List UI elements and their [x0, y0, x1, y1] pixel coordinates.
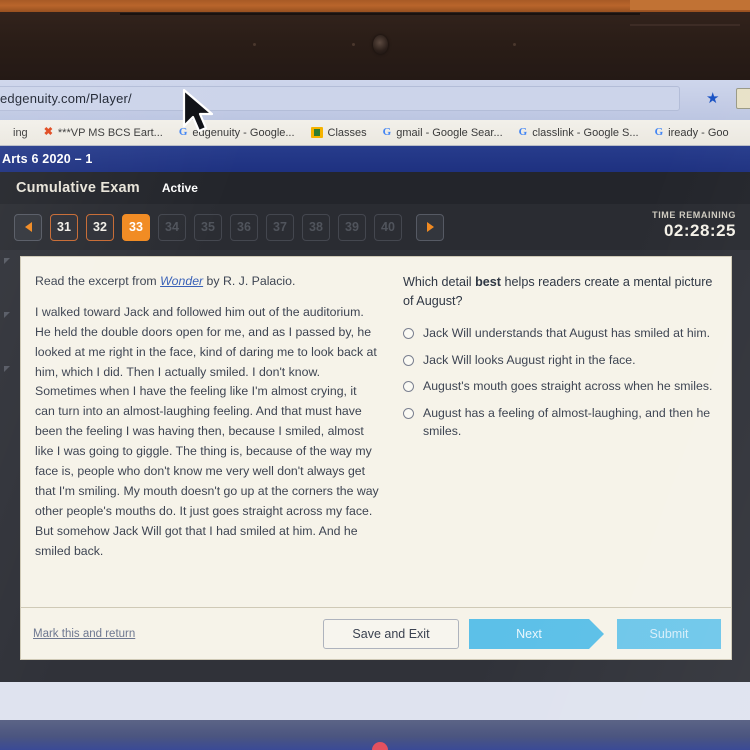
question-prompt: Which detail best helps readers create a… — [403, 273, 717, 311]
google-icon: G — [518, 126, 528, 138]
bezel-seam-right — [630, 24, 740, 26]
edge-marker — [4, 312, 10, 318]
question-panel: Which detail best helps readers create a… — [393, 257, 731, 607]
next-button[interactable]: Next — [469, 618, 604, 649]
radio-button-icon[interactable] — [403, 381, 414, 393]
footer-button-group: Save and Exit Next Submit — [323, 618, 731, 649]
bookmark-label: ing — [13, 126, 28, 139]
radio-button-icon[interactable] — [403, 354, 414, 366]
bookmark-item[interactable]: G gmail - Google Sear... — [375, 122, 511, 144]
laptop-screen: edgenuity.com/Player/ ★ ing ✖ ***VP MS B… — [0, 80, 750, 720]
address-bar-url[interactable]: edgenuity.com/Player/ — [0, 91, 132, 106]
x-icon: ✖ — [43, 126, 53, 138]
previous-question-button[interactable] — [14, 213, 42, 241]
star-icon[interactable]: ★ — [706, 91, 719, 106]
question-prompt-emphasis: best — [475, 275, 502, 289]
laptop-photo: edgenuity.com/Player/ ★ ing ✖ ***VP MS B… — [0, 0, 750, 750]
bookmark-label: classlink - Google S... — [532, 126, 639, 139]
passage-panel: Read the excerpt from Wonder by R. J. Pa… — [21, 257, 393, 607]
bookmark-label: iready - Goo — [668, 126, 729, 139]
question-pill-33[interactable]: 33 — [122, 213, 150, 241]
timer: TIME REMAINING 02:28:25 — [652, 210, 736, 241]
course-banner: Arts 6 2020 – 1 — [0, 146, 750, 172]
submit-button[interactable]: Submit — [617, 618, 721, 649]
bookmark-item[interactable]: ing — [0, 122, 36, 144]
answer-option-d[interactable]: August has a feeling of almost-laughing,… — [403, 405, 717, 441]
answer-option-label: Jack Will understands that August has sm… — [423, 325, 711, 340]
passage-instruction: Read the excerpt from Wonder by R. J. Pa… — [35, 273, 379, 291]
question-card: Read the excerpt from Wonder by R. J. Pa… — [20, 256, 732, 608]
course-title: Arts 6 2020 – 1 — [2, 152, 93, 166]
bookmark-label: ***VP MS BCS Eart... — [57, 126, 163, 139]
bookmark-label: gmail - Google Sear... — [396, 126, 503, 139]
answer-option-label: August's mouth goes straight across when… — [423, 379, 713, 394]
exam-status-badge: Active — [161, 181, 198, 195]
mic-hole-left — [253, 43, 256, 46]
classroom-icon — [310, 127, 323, 138]
chevron-right-icon — [426, 222, 434, 232]
browser-toolbar: edgenuity.com/Player/ ★ — [0, 80, 750, 120]
mark-and-return-link[interactable]: Mark this and return — [33, 628, 135, 640]
extension-icon[interactable] — [736, 88, 750, 109]
bookmark-item[interactable]: Classes — [303, 122, 375, 144]
bookmarks-bar: ing ✖ ***VP MS BCS Eart... G edgenuity -… — [0, 120, 750, 146]
question-prompt-before: Which detail — [403, 275, 476, 289]
passage-instruction-after: by R. J. Palacio. — [203, 274, 296, 288]
save-and-exit-button[interactable]: Save and Exit — [323, 618, 459, 649]
book-title-link[interactable]: Wonder — [160, 274, 203, 288]
question-pill-37: 37 — [266, 213, 294, 241]
question-pill-34: 34 — [158, 213, 186, 241]
question-navigation: 31 32 33 34 35 36 37 38 39 40 TIME REMAI… — [0, 204, 750, 250]
passage-text: I walked toward Jack and followed him ou… — [35, 304, 379, 558]
chevron-left-icon — [24, 222, 32, 232]
exam-title: Cumulative Exam — [16, 180, 140, 196]
mic-hole-center — [352, 43, 355, 46]
exam-footer: Mark this and return Save and Exit Next … — [20, 608, 732, 660]
bookmark-item[interactable]: G iready - Goo — [647, 122, 737, 144]
exam-body: Read the excerpt from Wonder by R. J. Pa… — [0, 250, 750, 682]
webcam-icon — [373, 35, 388, 54]
question-pill-40: 40 — [374, 213, 402, 241]
answer-option-c[interactable]: August's mouth goes straight across when… — [403, 378, 717, 396]
edge-marker — [4, 258, 10, 264]
passage-instruction-before: Read the excerpt from — [35, 274, 161, 288]
bookmark-label: Classes — [327, 126, 367, 139]
timer-value: 02:28:25 — [663, 221, 736, 240]
background-wall-right — [630, 0, 750, 10]
answer-option-label: Jack Will looks August right in the face… — [423, 352, 636, 367]
bezel-seam — [120, 13, 640, 15]
bookmark-item[interactable]: G classlink - Google S... — [511, 122, 647, 144]
bookmark-item[interactable]: ✖ ***VP MS BCS Eart... — [36, 122, 171, 144]
mic-hole-right — [513, 43, 516, 46]
next-question-button[interactable] — [416, 213, 444, 241]
exam-header: Cumulative Exam Active — [0, 172, 750, 204]
question-pill-38: 38 — [302, 213, 330, 241]
google-icon: G — [382, 126, 392, 138]
google-icon: G — [654, 126, 664, 138]
question-pill-31[interactable]: 31 — [50, 213, 78, 241]
timer-label: TIME REMAINING — [652, 210, 736, 220]
question-pill-35: 35 — [194, 213, 222, 241]
answer-option-b[interactable]: Jack Will looks August right in the face… — [403, 352, 717, 370]
question-pill-39: 39 — [338, 213, 366, 241]
radio-button-icon[interactable] — [403, 327, 414, 339]
answer-option-a[interactable]: Jack Will understands that August has sm… — [403, 325, 717, 343]
edge-marker — [4, 366, 10, 372]
mouse-cursor — [182, 88, 214, 133]
question-pill-36: 36 — [230, 213, 258, 241]
answer-option-label: August has a feeling of almost-laughing,… — [423, 406, 711, 439]
question-pill-32[interactable]: 32 — [86, 213, 114, 241]
radio-button-icon[interactable] — [403, 408, 414, 420]
